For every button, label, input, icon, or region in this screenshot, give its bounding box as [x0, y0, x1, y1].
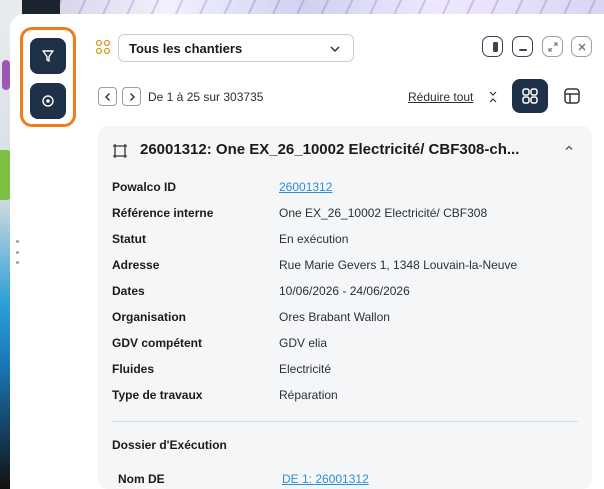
grid-view-icon: [522, 88, 538, 104]
field-value-work-type: Réparation: [279, 388, 338, 402]
close-icon: [578, 43, 585, 50]
previous-page-button[interactable]: [98, 87, 117, 106]
card-collapse-button[interactable]: [558, 137, 580, 159]
table-view-icon: [564, 88, 580, 104]
section-title-execution-file: Dossier d'Exécution: [112, 438, 227, 452]
sidebar-toggle-icon: [492, 41, 498, 52]
next-page-button[interactable]: [122, 87, 141, 106]
minimize-button[interactable]: [512, 36, 533, 57]
expand-icon: [547, 41, 558, 52]
panel-resize-handle[interactable]: [16, 240, 20, 264]
field-value-organisation: Ores Brabant Wallon: [279, 310, 390, 324]
expand-button[interactable]: [542, 36, 563, 57]
map-frame-icon: [113, 144, 127, 158]
chevron-right-icon: [129, 92, 135, 101]
field-value-powalco-id-link[interactable]: 26001312: [279, 180, 332, 194]
chevron-up-icon: [565, 145, 573, 150]
field-value-address: Rue Marie Gevers 1, 1348 Louvain-la-Neuv…: [279, 258, 518, 272]
field-value-status: En exécution: [279, 232, 349, 246]
field-label-internal-ref: Référence interne: [112, 206, 214, 220]
field-value-dates: 10/06/2026 - 24/06/2026: [279, 284, 410, 298]
field-value-gdv: GDV elia: [279, 336, 328, 350]
map-feature-purple: [2, 60, 10, 90]
card-title[interactable]: 26001312: One EX_26_10002 Electricité/ C…: [140, 141, 540, 158]
field-label-dates: Dates: [112, 284, 145, 298]
chevron-left-icon: [104, 92, 110, 101]
field-value-de-name-link[interactable]: DE 1: 26001312: [282, 472, 369, 486]
filter-button[interactable]: [30, 38, 66, 74]
chevron-down-icon: [330, 46, 340, 53]
minimize-icon: [518, 48, 527, 51]
section-divider: [112, 421, 578, 422]
field-label-work-type: Type de travaux: [112, 388, 203, 402]
select-value: Tous les chantiers: [129, 40, 243, 56]
collapse-all-link[interactable]: Réduire tout: [408, 90, 473, 104]
field-value-fluids: Electricité: [279, 362, 332, 376]
field-label-powalco-id: Powalco ID: [112, 180, 177, 194]
locate-button[interactable]: [30, 83, 66, 119]
close-button[interactable]: [571, 36, 592, 57]
pagination-range: De 1 à 25 sur 303735: [148, 90, 264, 104]
field-value-internal-ref: One EX_26_10002 Electricité/ CBF308: [279, 206, 488, 220]
sidebar-toggle-button[interactable]: [482, 36, 503, 57]
collapse-all-icon[interactable]: [488, 91, 498, 103]
field-label-fluids: Fluides: [112, 362, 155, 376]
table-view-button[interactable]: [554, 79, 590, 113]
field-label-status: Statut: [112, 232, 146, 246]
field-label-address: Adresse: [112, 258, 160, 272]
field-label-gdv: GDV compétent: [112, 336, 203, 350]
field-label-organisation: Organisation: [112, 310, 187, 324]
worksite-filter-select[interactable]: Tous les chantiers: [118, 34, 354, 62]
grid-view-button[interactable]: [512, 79, 548, 113]
target-icon: [42, 95, 54, 107]
grid-icon: [95, 39, 111, 55]
filter-icon: [42, 50, 54, 62]
field-label-de-name: Nom DE: [118, 472, 165, 486]
